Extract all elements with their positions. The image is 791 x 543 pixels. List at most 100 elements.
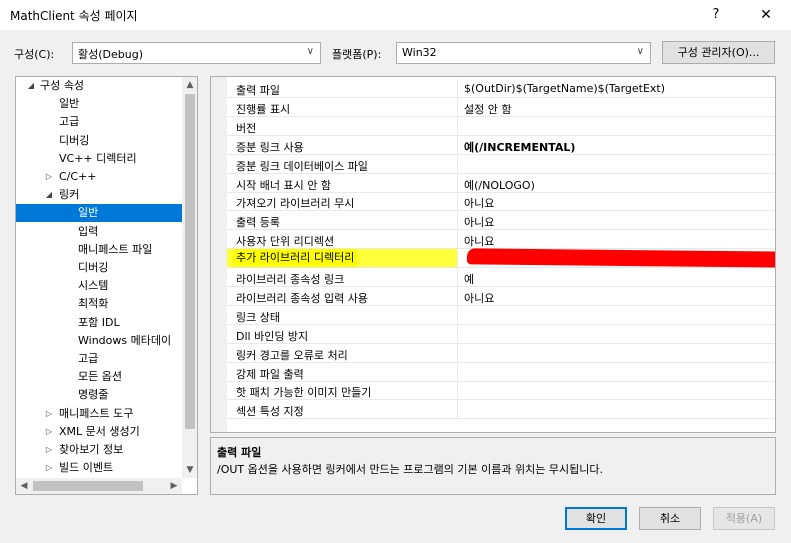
platform-dropdown[interactable]: Win32 ∨ <box>396 42 651 64</box>
column-divider <box>457 97 458 117</box>
property-name: 핫 패치 가능한 이미지 만들기 <box>236 386 372 400</box>
tree-item[interactable]: ◢ 구성 속성 <box>16 77 182 95</box>
property-row[interactable]: 진행률 표시 설정 안 함 <box>227 97 775 117</box>
column-divider <box>457 343 458 363</box>
property-row[interactable]: 강제 파일 출력 <box>227 362 775 382</box>
column-divider <box>457 268 458 287</box>
tree-item[interactable]: 고급 <box>16 350 182 368</box>
property-row[interactable]: 사용자 단위 리디렉션 아니요 <box>227 230 775 250</box>
help-button[interactable]: ? <box>705 4 727 26</box>
tree-item[interactable]: ▷ XML 문서 생성기 <box>16 423 182 441</box>
title-bar: MathClient 속성 페이지 ? ✕ <box>0 0 791 30</box>
tree-item-label: 디버깅 <box>59 133 90 147</box>
scrollbar-thumb[interactable] <box>33 481 143 491</box>
tree-item[interactable]: ▷ 빌드 이벤트 <box>16 459 182 477</box>
property-tree: ◢ 구성 속성 일반 고급 디버깅 VC++ 디렉터리 ▷ C/C++ ◢ 링커 일반 입력 매니페스트… <box>15 76 198 495</box>
column-divider <box>457 286 458 306</box>
scroll-up-icon[interactable]: ▲ <box>182 77 197 93</box>
configuration-manager-button[interactable]: 구성 관리자(O)... <box>662 41 775 64</box>
property-row[interactable]: 버전 <box>227 116 775 136</box>
tree-item[interactable]: ▷ C/C++ <box>16 168 182 186</box>
tree-item[interactable]: ▷ 찾아보기 정보 <box>16 441 182 459</box>
expand-arrow-icon[interactable]: ▷ <box>44 441 54 459</box>
tree-item[interactable]: 고급 <box>16 113 182 131</box>
description-text: /OUT 옵션을 사용하면 링커에서 만드는 프로그램의 기본 이름과 위치는 … <box>217 463 603 476</box>
tree-item[interactable]: 시스템 <box>16 277 182 295</box>
property-value[interactable]: $(OutDir)$(TargetName)$(TargetExt) <box>464 82 665 95</box>
expand-arrow-icon[interactable]: ▷ <box>44 459 54 477</box>
property-row[interactable]: 증분 링크 데이터베이스 파일 <box>227 154 775 174</box>
column-divider <box>457 173 458 193</box>
tree-item[interactable]: 디버깅 <box>16 259 182 277</box>
tree-item-label: XML 문서 생성기 <box>59 424 140 438</box>
property-name: 링커 경고를 오류로 처리 <box>236 348 348 362</box>
tree-item-label: C/C++ <box>59 170 97 183</box>
configuration-dropdown[interactable]: 활성(Debug) ∨ <box>72 42 321 64</box>
tree-item[interactable]: 포함 IDL <box>16 314 182 332</box>
property-row[interactable]: 시작 배너 표시 안 함 예(/NOLOGO) <box>227 173 775 193</box>
collapse-arrow-icon[interactable]: ◢ <box>26 77 36 95</box>
column-divider <box>457 381 458 401</box>
tree-item[interactable]: 디버깅 <box>16 132 182 150</box>
tree-item-label: 빌드 이벤트 <box>59 461 114 475</box>
tree-item[interactable]: 최적화 <box>16 295 182 313</box>
horizontal-scrollbar[interactable]: ◀ ▶ <box>16 478 182 494</box>
tree-item[interactable]: ▷ 매니페스트 도구 <box>16 405 182 423</box>
tree-item[interactable]: 일반 <box>16 95 182 113</box>
tree-item[interactable]: 입력 <box>16 223 182 241</box>
property-row[interactable]: 추가 라이브러리 디렉터리 <box>227 248 775 269</box>
scroll-left-icon[interactable]: ◀ <box>16 478 32 494</box>
window-title: MathClient 속성 페이지 <box>10 9 138 23</box>
property-value[interactable]: 예(/NOLOGO) <box>464 177 535 193</box>
ok-button[interactable]: 확인 <box>565 507 627 530</box>
tree-item[interactable]: 모든 옵션 <box>16 368 182 386</box>
apply-button[interactable]: 적용(A) <box>713 507 775 530</box>
tree-item-label: 매니페스트 도구 <box>59 406 134 420</box>
column-divider <box>457 79 458 98</box>
property-row[interactable]: 증분 링크 사용 예(/INCREMENTAL) <box>227 135 775 155</box>
chevron-down-icon: ∨ <box>636 46 644 57</box>
scrollbar-thumb[interactable] <box>185 94 195 429</box>
property-row[interactable]: 링커 경고를 오류로 처리 <box>227 343 775 363</box>
property-value[interactable]: 예(/INCREMENTAL) <box>464 139 575 155</box>
column-divider <box>457 211 458 231</box>
property-row[interactable]: 가져오기 라이브러리 무시 아니요 <box>227 192 775 212</box>
tree-item[interactable]: ◢ 링커 <box>16 186 182 204</box>
property-value[interactable]: 아니요 <box>464 214 494 230</box>
expand-arrow-icon[interactable]: ▷ <box>44 405 54 423</box>
property-row[interactable]: 라이브러리 종속성 링크 예 <box>227 268 775 287</box>
property-row[interactable]: 섹션 특성 지정 <box>227 400 775 420</box>
tree-item[interactable]: 매니페스트 파일 <box>16 241 182 259</box>
cancel-button[interactable]: 취소 <box>639 507 701 530</box>
property-row[interactable]: 핫 패치 가능한 이미지 만들기 <box>227 381 775 401</box>
description-title: 출력 파일 <box>217 446 262 459</box>
property-row[interactable]: 링크 상태 <box>227 305 775 325</box>
close-button[interactable]: ✕ <box>752 4 780 26</box>
collapse-arrow-icon[interactable]: ◢ <box>44 186 54 204</box>
tree-item[interactable]: VC++ 디렉터리 <box>16 150 182 168</box>
property-row[interactable]: 라이브러리 종속성 입력 사용 아니요 <box>227 286 775 306</box>
tree-item-label: 시스템 <box>78 279 109 293</box>
tree-item[interactable]: 일반 <box>16 204 182 223</box>
property-value[interactable]: 설정 안 함 <box>464 101 511 117</box>
expand-arrow-icon[interactable]: ▷ <box>44 423 54 441</box>
property-row[interactable]: 출력 파일 $(OutDir)$(TargetName)$(TargetExt) <box>227 79 775 98</box>
property-row[interactable]: Dll 바인딩 방지 <box>227 324 775 344</box>
tree-item[interactable]: 명령줄 <box>16 386 182 404</box>
property-name: 섹션 특성 지정 <box>236 405 304 419</box>
property-row[interactable]: 출력 등록 아니요 <box>227 211 775 231</box>
property-value[interactable]: 예 <box>464 271 474 287</box>
scroll-right-icon[interactable]: ▶ <box>166 478 182 494</box>
vertical-scrollbar[interactable]: ▲ ▼ <box>182 77 197 478</box>
expand-arrow-icon[interactable]: ▷ <box>44 168 54 186</box>
platform-value: Win32 <box>402 46 437 59</box>
tree-item-label: 일반 <box>59 97 80 111</box>
tree-item-label: 포함 IDL <box>78 315 120 329</box>
property-name: 버전 <box>236 121 257 135</box>
property-value[interactable]: 아니요 <box>464 233 494 249</box>
tree-item[interactable]: Windows 메타데이 <box>16 332 182 350</box>
property-name: 라이브러리 종속성 입력 사용 <box>236 291 368 305</box>
property-value[interactable]: 아니요 <box>464 290 494 306</box>
scroll-down-icon[interactable]: ▼ <box>182 462 197 478</box>
property-value[interactable]: 아니요 <box>464 195 494 211</box>
